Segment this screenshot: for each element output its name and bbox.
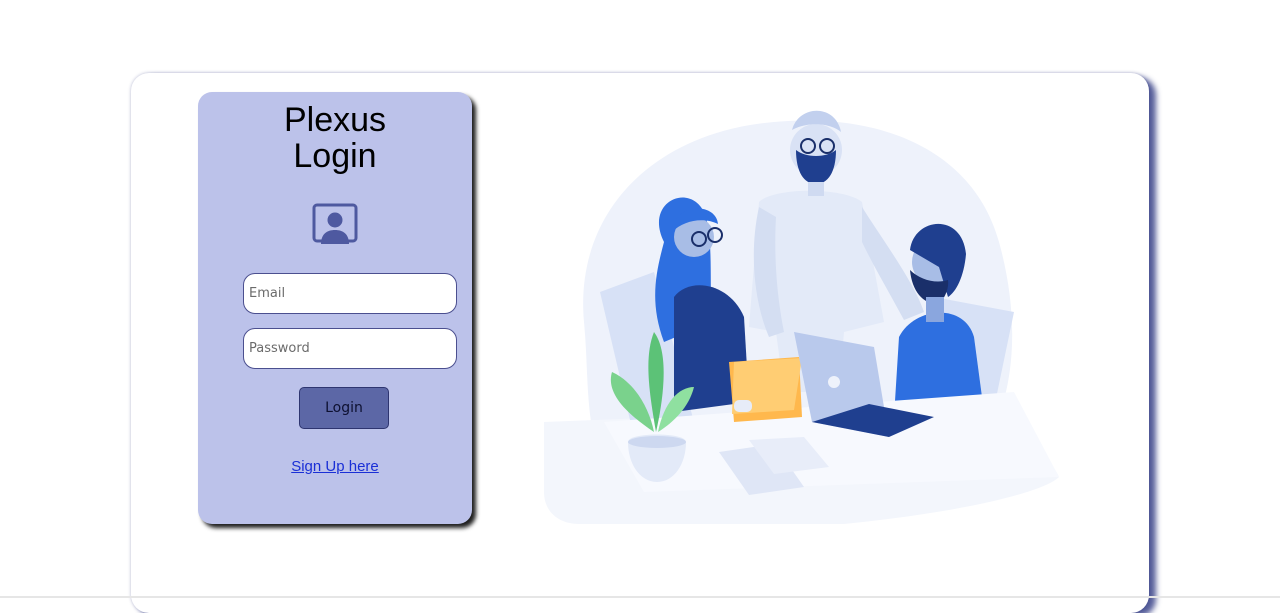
page-title-line2: Login — [293, 137, 377, 175]
page-title-line1: Plexus — [283, 101, 387, 139]
login-button[interactable]: Login — [299, 387, 389, 429]
login-page-card: Plexus Login Login Sign Up here — [131, 73, 1149, 613]
page-title: Plexus Login — [198, 102, 472, 174]
login-panel: Plexus Login Login Sign Up here — [198, 92, 472, 524]
team-meeting-illustration — [544, 110, 1059, 524]
signup-link[interactable]: Sign Up here — [198, 458, 472, 475]
password-field[interactable] — [243, 328, 457, 369]
email-field[interactable] — [243, 273, 457, 314]
user-profile-icon — [312, 203, 358, 244]
